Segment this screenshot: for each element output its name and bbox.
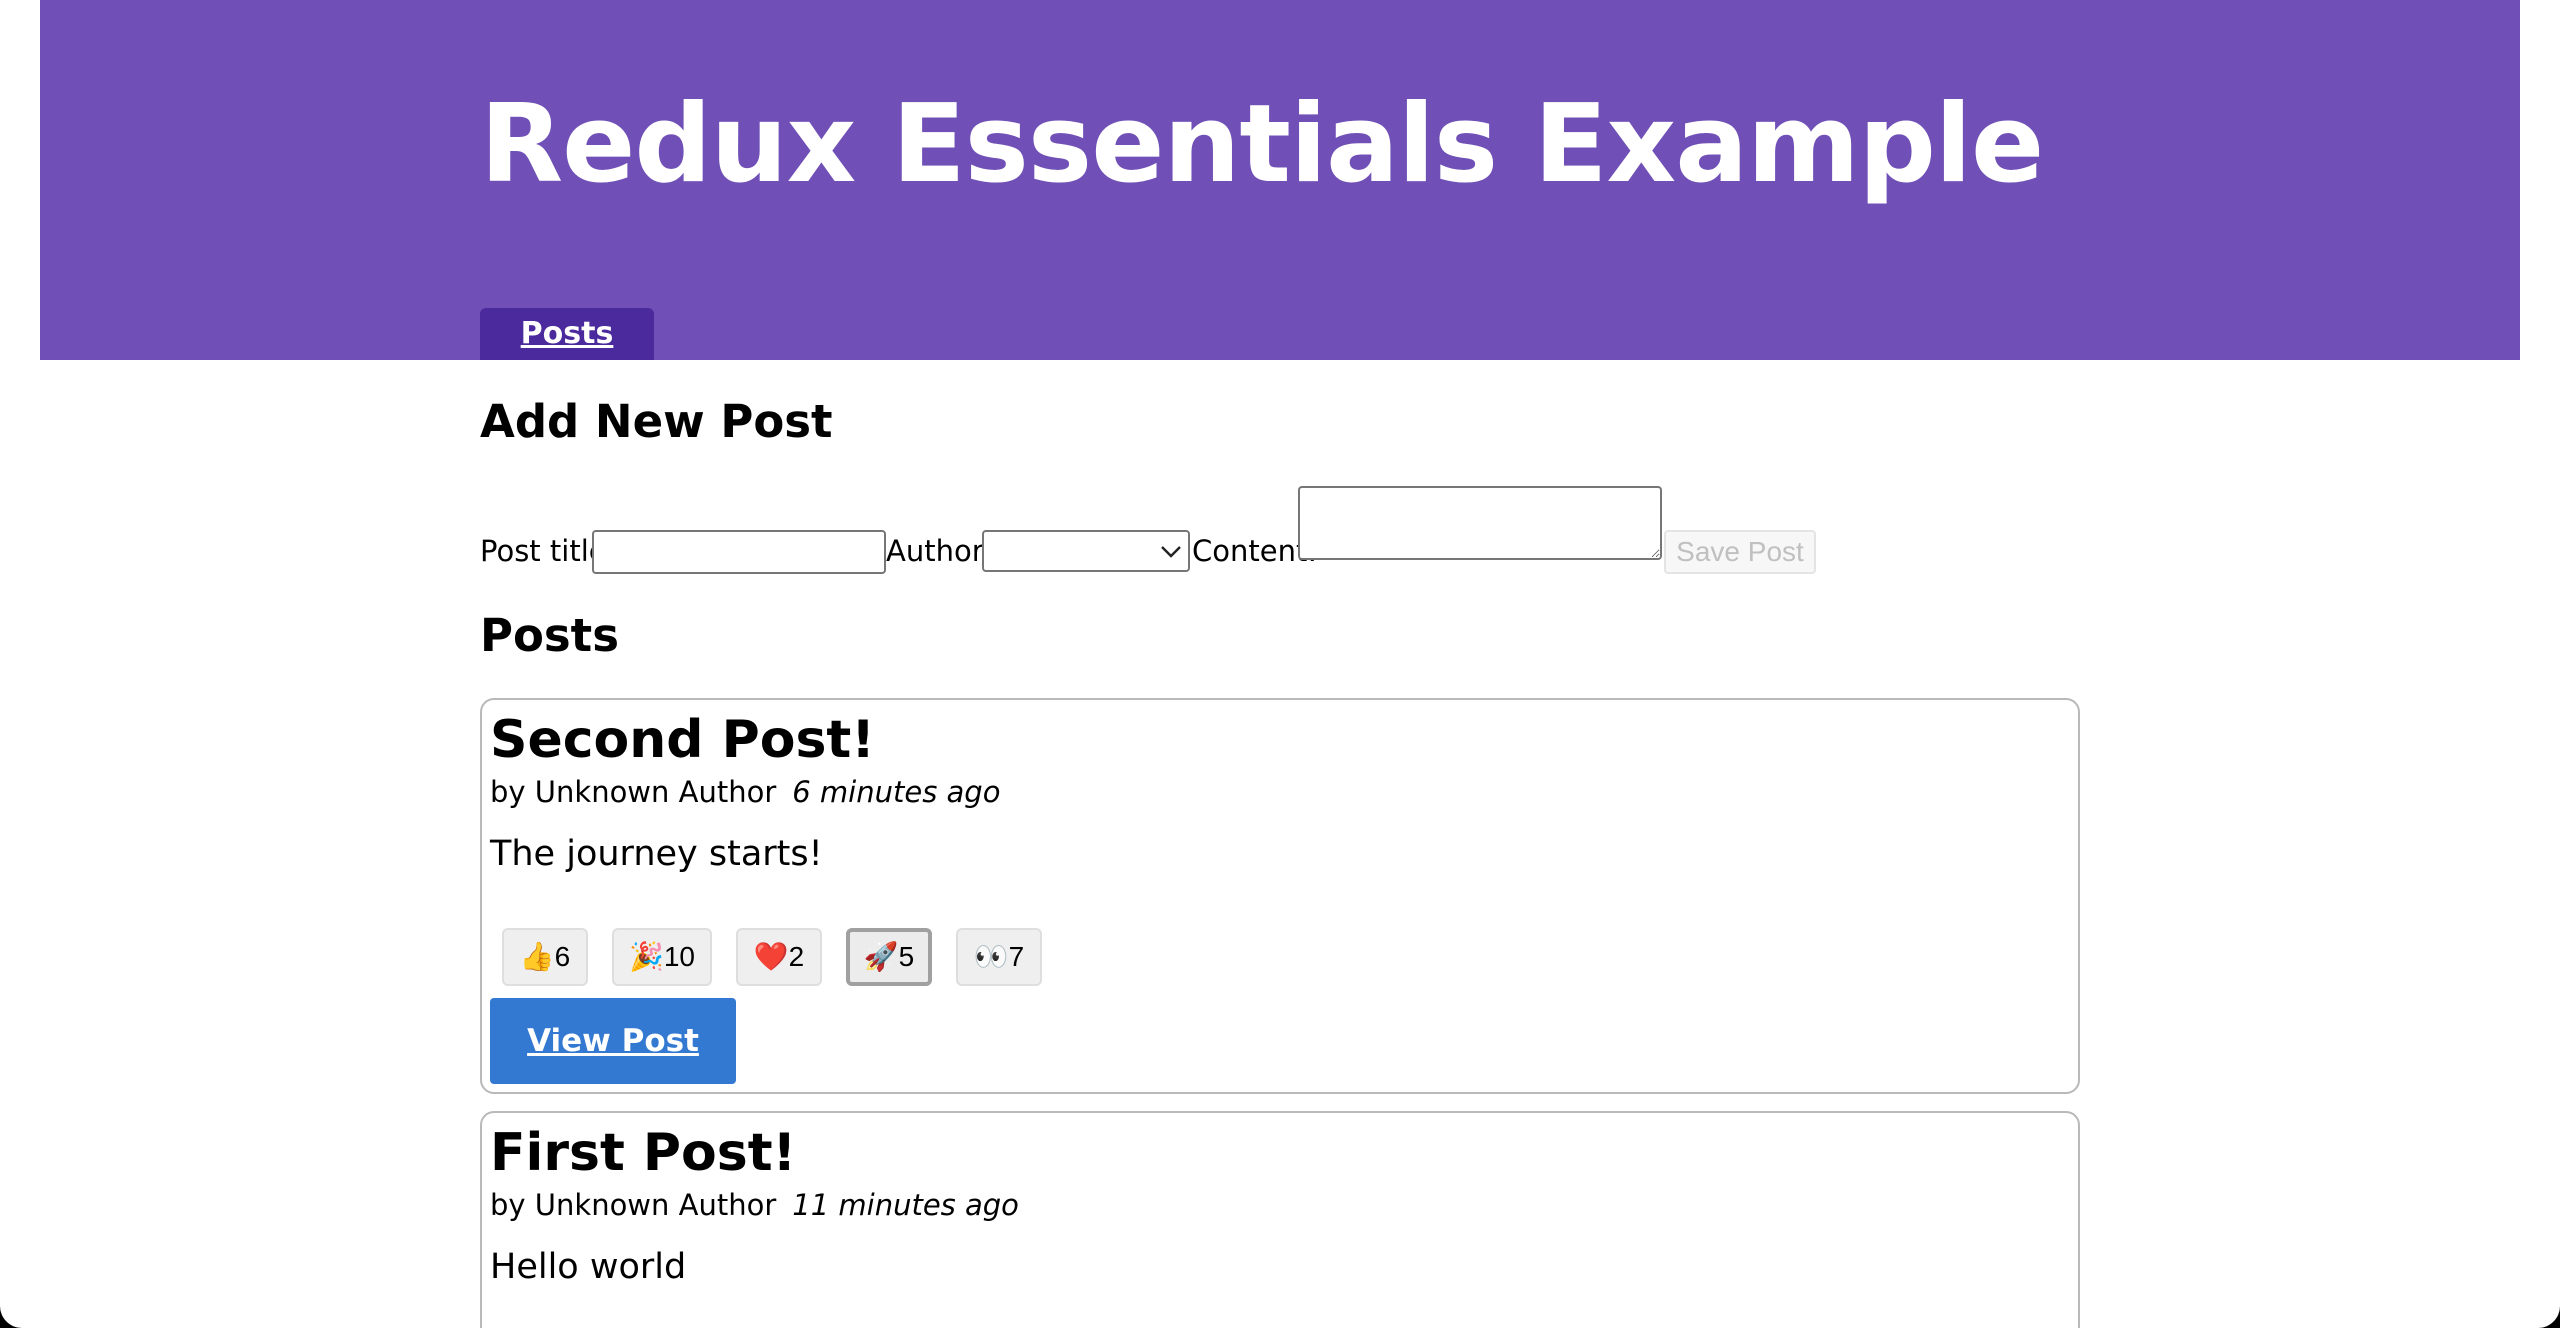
nav-link-posts[interactable]: Posts [480, 308, 654, 360]
post-card: Second Post! by Unknown Author 6 minutes … [480, 698, 2080, 1094]
view-post-button[interactable]: View Post [490, 998, 736, 1084]
add-post-heading: Add New Post [480, 395, 833, 448]
heart-icon: ❤️ [753, 941, 789, 972]
reaction-count: 10 [663, 941, 696, 972]
app-title: Redux Essentials Example [480, 82, 2044, 207]
reaction-thumbs-up-button[interactable]: 👍6 [502, 928, 588, 986]
reaction-heart-button[interactable]: ❤️2 [736, 928, 822, 986]
post-content-textarea[interactable] [1298, 486, 1662, 560]
save-post-button[interactable]: Save Post [1664, 530, 1816, 574]
app-page: Redux Essentials Example Posts Add New P… [0, 0, 2560, 1328]
party-popper-icon: 🎉 [628, 941, 664, 972]
author-label: Author: [886, 534, 993, 568]
eyes-icon: 👀 [973, 941, 1009, 972]
reaction-count: 6 [554, 941, 571, 972]
author-select[interactable] [982, 530, 1190, 572]
post-title: First Post! [490, 1123, 797, 1183]
post-card: First Post! by Unknown Author 11 minutes … [480, 1111, 2080, 1328]
post-timestamp: 6 minutes ago [792, 775, 1001, 809]
post-meta: by Unknown Author 6 minutes ago [490, 772, 1000, 812]
post-excerpt: Hello world [490, 1247, 687, 1287]
post-title-input[interactable] [592, 530, 886, 574]
posts-heading: Posts [480, 609, 619, 662]
post-title: Second Post! [490, 710, 875, 770]
post-author: by Unknown Author [490, 775, 777, 809]
app-header: Redux Essentials Example Posts [40, 0, 2520, 360]
post-author: by Unknown Author [490, 1188, 777, 1222]
reaction-count: 7 [1008, 941, 1025, 972]
post-timestamp: 11 minutes ago [792, 1188, 1019, 1222]
rocket-icon: 🚀 [863, 941, 899, 972]
thumbs-up-icon: 👍 [519, 941, 555, 972]
reaction-rocket-button[interactable]: 🚀5 [846, 928, 932, 986]
post-excerpt: The journey starts! [490, 834, 823, 874]
reaction-count: 2 [788, 941, 805, 972]
post-meta: by Unknown Author 11 minutes ago [490, 1185, 1019, 1225]
reaction-hooray-button[interactable]: 🎉10 [612, 928, 712, 986]
reaction-count: 5 [898, 941, 915, 972]
reaction-eyes-button[interactable]: 👀7 [956, 928, 1042, 986]
